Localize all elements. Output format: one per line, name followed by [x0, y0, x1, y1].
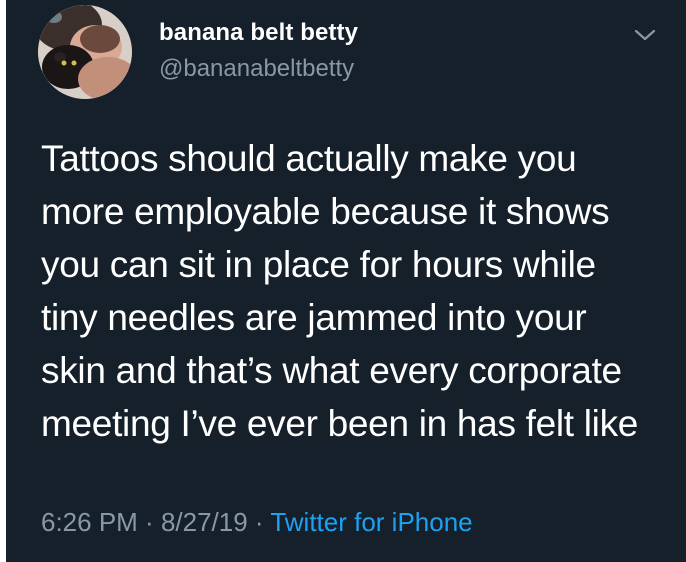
tweet-meta: 6:26 PM · 8/27/19 · Twitter for iPhone — [41, 507, 473, 538]
tweet-text-line: you can sit in place for hours while — [41, 244, 596, 285]
tweet-source-link[interactable]: Twitter for iPhone — [270, 507, 472, 537]
tweet-date[interactable]: 8/27/19 — [161, 507, 248, 537]
tweet-text-line: more employable because it shows — [41, 191, 610, 232]
tweet-time[interactable]: 6:26 PM — [41, 507, 138, 537]
tweet-text-line: meeting I’ve ever been in has felt like — [41, 403, 639, 444]
avatar[interactable] — [38, 5, 132, 99]
user-handle[interactable]: @bananabeltbetty — [159, 55, 354, 83]
tweet-text-line: Tattoos should actually make you — [41, 138, 577, 179]
meta-separator: · — [247, 507, 271, 537]
meta-separator: · — [137, 507, 161, 537]
chevron-down-icon[interactable] — [632, 26, 658, 44]
display-name[interactable]: banana belt betty — [159, 19, 358, 47]
tweet-text-line: skin and that’s what every corporate — [41, 350, 622, 391]
tweet-card: banana belt betty @bananabeltbetty Tatto… — [6, 0, 686, 562]
profile-photo-icon — [38, 5, 132, 99]
tweet-text: Tattoos should actually make you more em… — [41, 132, 671, 450]
tweet-text-line: tiny needles are jammed into your — [41, 297, 587, 338]
